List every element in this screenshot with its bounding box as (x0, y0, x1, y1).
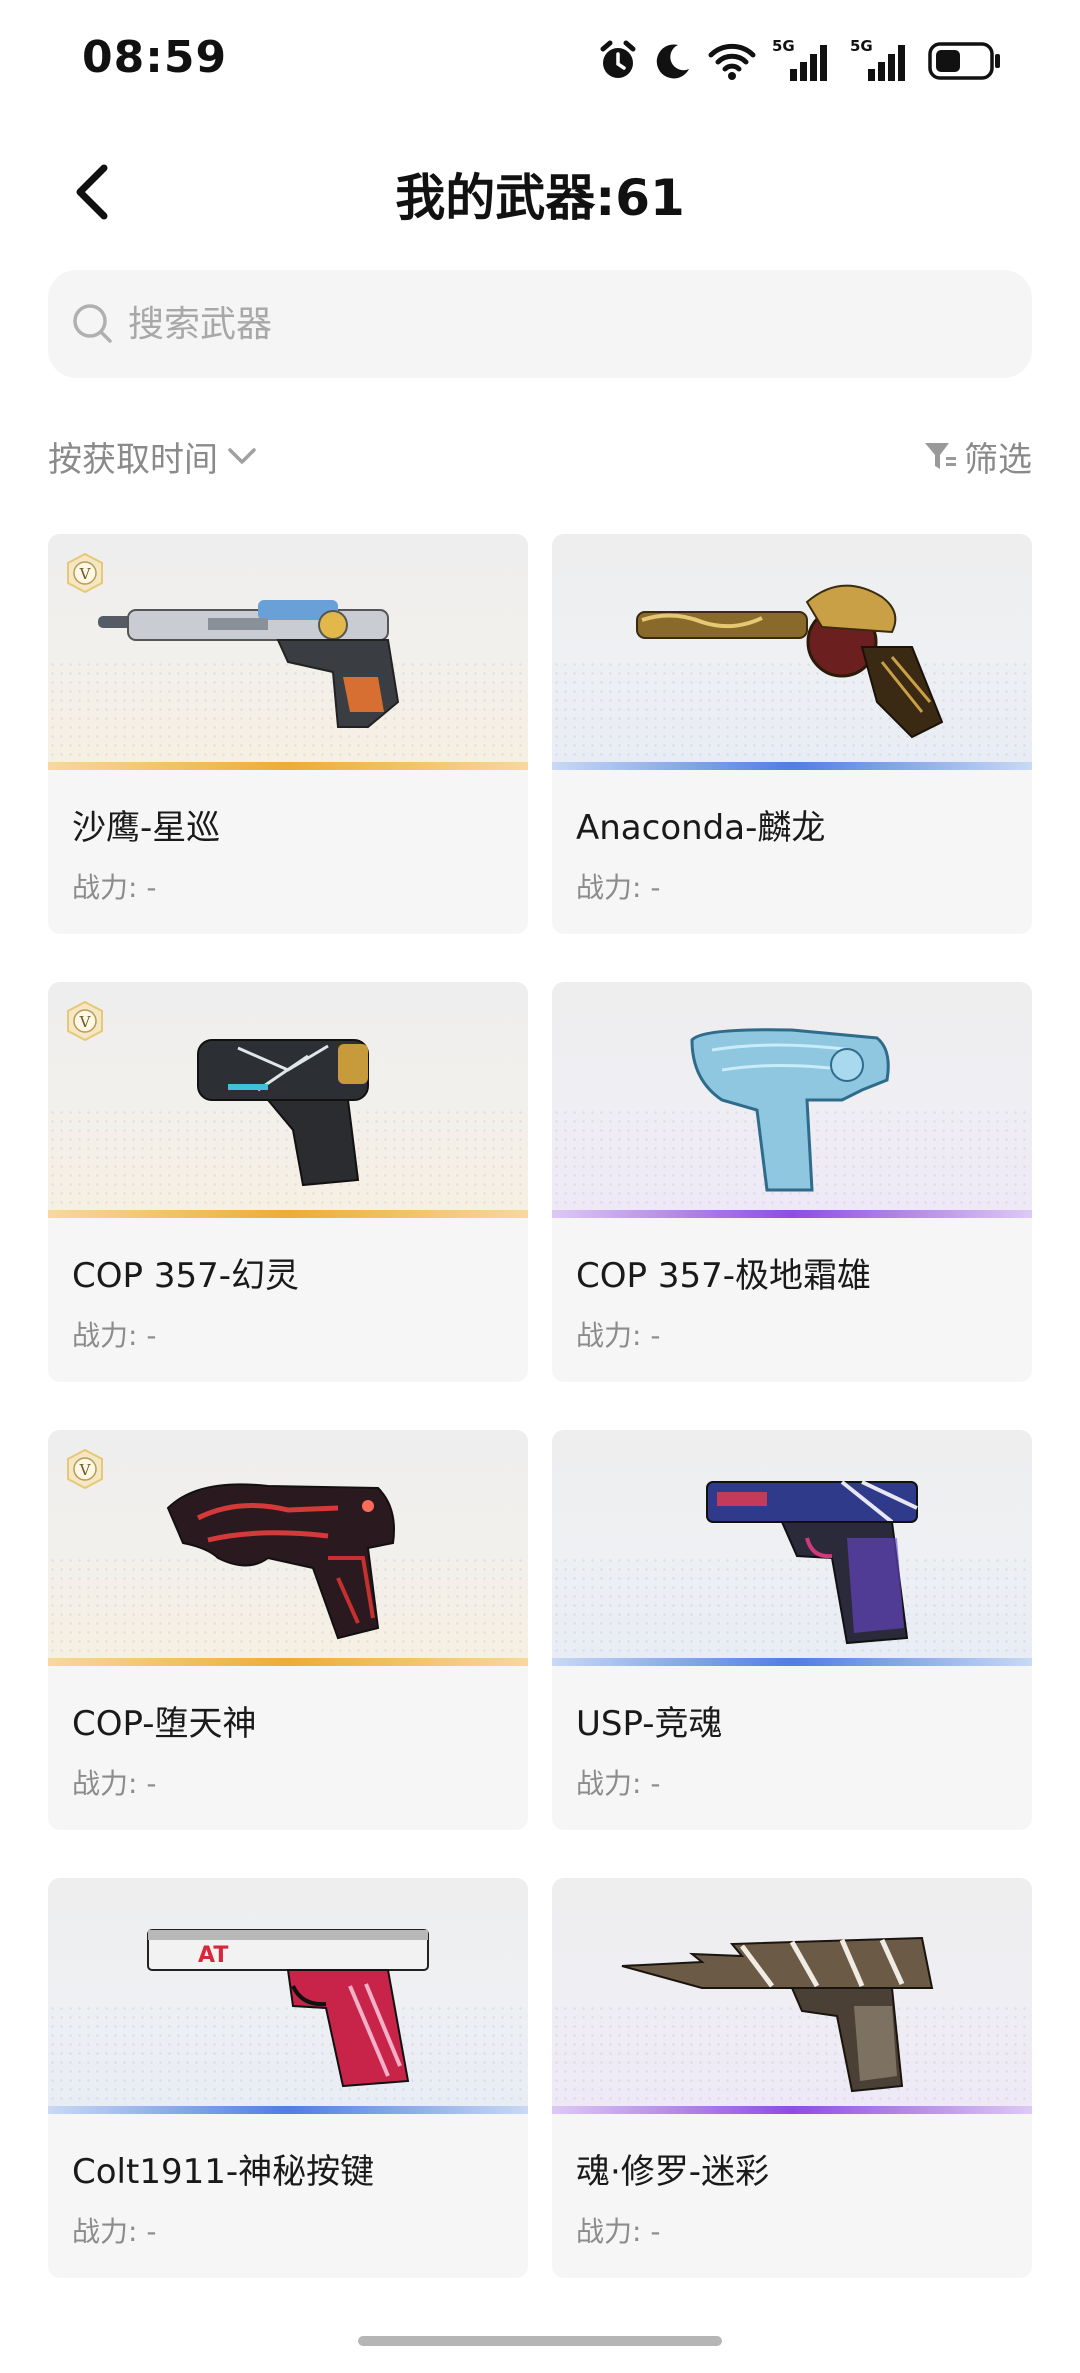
weapon-card[interactable]: COP 357-极地霜雄 战力: - (552, 982, 1032, 1382)
weapon-image-area (552, 1878, 1032, 2114)
filter-button[interactable]: 筛选 (922, 428, 1032, 484)
weapon-name: Anaconda-麟龙 (576, 808, 826, 848)
weapon-image (98, 600, 400, 728)
battery-icon (928, 42, 1000, 80)
page-title: 我的武器:61 (395, 169, 685, 227)
weapon-image-area: V (48, 982, 528, 1218)
status-icons: 5G 5G (598, 37, 1002, 84)
weapon-power: 战力: - (72, 2215, 157, 2248)
wifi-icon (708, 43, 756, 80)
header: 我的武器:61 (0, 140, 1080, 240)
weapon-name: Colt1911-神秘按键 (72, 2152, 375, 2192)
search-input[interactable] (128, 303, 978, 345)
svg-text:AT: AT (198, 1943, 228, 1968)
alarm-icon (600, 40, 636, 78)
search-bar[interactable] (48, 270, 1032, 378)
sort-dropdown[interactable]: 按获取时间 (48, 428, 258, 484)
status-time: 08:59 (82, 32, 228, 83)
weapon-card[interactable]: V COP-堕天神 战力: - (48, 1430, 528, 1830)
weapon-card[interactable]: Anaconda-麟龙 战力: - (552, 534, 1032, 934)
home-indicator[interactable] (358, 2336, 722, 2346)
rarity-bar (552, 2106, 1032, 2114)
weapon-card[interactable]: 魂·修罗-迷彩 战力: - (552, 1878, 1032, 2278)
weapon-power: 战力: - (72, 1767, 157, 1800)
weapon-card[interactable]: V 沙鹰-星巡 战力: - (48, 534, 528, 934)
weapon-name: USP-竞魂 (576, 1704, 723, 1744)
weapon-image-area (552, 1430, 1032, 1666)
rarity-bar (48, 1658, 528, 1666)
weapon-image: AT (147, 1929, 429, 2088)
weapon-image-area: AT (48, 1878, 528, 2114)
weapon-image-area (552, 534, 1032, 770)
weapon-name: COP-堕天神 (72, 1704, 257, 1744)
weapon-grid: V 沙鹰-星巡 战力: - Anaconda-麟龙 战力: - V COP 35… (48, 534, 1032, 2278)
weapon-power: 战力: - (576, 871, 661, 904)
weapon-name: COP 357-幻灵 (72, 1256, 299, 1296)
filter-label: 筛选 (964, 439, 1032, 480)
weapon-image (706, 1480, 918, 1645)
weapon-power: 战力: - (72, 1319, 157, 1352)
weapon-image (621, 1936, 934, 2093)
weapon-image-area: V (48, 534, 528, 770)
weapon-name: 魂·修罗-迷彩 (576, 2152, 770, 2192)
weapon-image (636, 584, 944, 739)
weapon-image (690, 1028, 890, 1192)
weapon-name: 沙鹰-星巡 (72, 808, 221, 848)
weapon-power: 战力: - (72, 871, 157, 904)
weapon-image (197, 1039, 369, 1187)
signal-5g-icon: 5G (772, 37, 834, 83)
weapon-power: 战力: - (576, 1319, 661, 1352)
rarity-bar (48, 762, 528, 770)
weapon-image-area (552, 982, 1032, 1218)
weapon-card[interactable]: USP-竞魂 战力: - (552, 1430, 1032, 1830)
weapon-power: 战力: - (576, 1767, 661, 1800)
chevron-down-icon (228, 448, 256, 464)
search-icon (73, 304, 112, 343)
weapon-power: 战力: - (576, 2215, 661, 2248)
weapon-card[interactable]: AT Colt1911-神秘按键 战力: - (48, 1878, 528, 2278)
status-bar: 08:59 5G 5G (0, 0, 1080, 120)
weapon-name: COP 357-极地霜雄 (576, 1256, 871, 1296)
signal-5g-icon: 5G (850, 37, 912, 83)
weapon-image (166, 1483, 395, 1640)
rarity-bar (48, 1210, 528, 1218)
rarity-bar (48, 2106, 528, 2114)
rarity-bar (552, 1210, 1032, 1218)
rarity-bar (552, 1658, 1032, 1666)
rarity-bar (552, 762, 1032, 770)
weapon-card[interactable]: V COP 357-幻灵 战力: - (48, 982, 528, 1382)
filter-icon (925, 443, 956, 469)
moon-icon (656, 44, 689, 79)
sort-label: 按获取时间 (48, 439, 218, 480)
weapon-image-area: V (48, 1430, 528, 1666)
